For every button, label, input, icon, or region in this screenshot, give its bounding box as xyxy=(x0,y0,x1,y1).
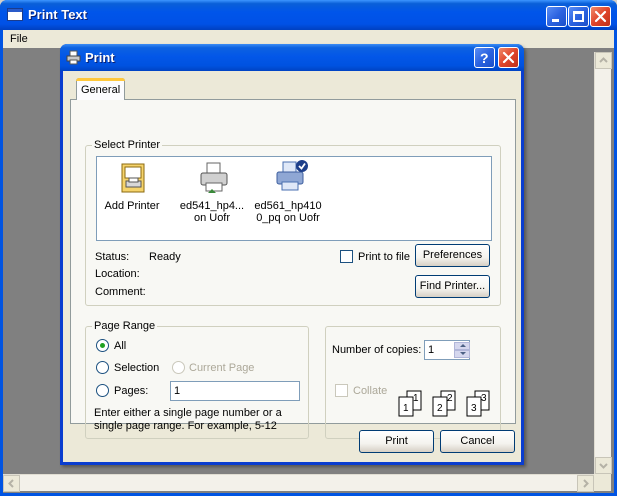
scroll-down-button[interactable] xyxy=(595,457,612,474)
help-icon: ? xyxy=(480,50,489,66)
cancel-button[interactable]: Cancel xyxy=(440,430,515,453)
print-to-file-checkbox[interactable] xyxy=(340,250,353,263)
close-icon xyxy=(594,10,607,23)
printer-label-line: Add Printer xyxy=(104,200,160,212)
chevron-left-icon xyxy=(8,479,14,488)
printer-label-line: ed541_hp4... xyxy=(179,200,245,212)
select-printer-group: Select Printer Add Printer ed541_hp4... … xyxy=(85,139,501,306)
tab-general[interactable]: General xyxy=(76,78,125,100)
status-value: Ready xyxy=(149,251,181,263)
status-label: Status: xyxy=(95,251,130,263)
location-label: Location: xyxy=(95,268,140,280)
collate-checkbox xyxy=(335,384,348,397)
preferences-button[interactable]: Preferences xyxy=(415,244,490,267)
number-of-copies-label: Number of copies: xyxy=(332,344,422,356)
select-printer-label: Select Printer xyxy=(92,139,163,151)
maximize-icon xyxy=(573,11,584,22)
dialog-title: Print xyxy=(85,50,115,65)
main-titlebar[interactable]: Print Text xyxy=(0,0,617,30)
printer-item-ed541[interactable]: ed541_hp4... on Uofr xyxy=(177,157,247,237)
collate-page-number: 1 xyxy=(413,393,419,404)
general-tab-panel: Select Printer Add Printer ed541_hp4... … xyxy=(70,99,516,439)
scroll-right-button[interactable] xyxy=(577,475,594,492)
printer-item-ed541-label: ed541_hp4... on Uofr xyxy=(177,200,247,224)
radio-current-page-label: Current Page xyxy=(189,362,255,374)
printer-label-line: 0_pq on Uofr xyxy=(256,212,320,224)
collate-page-number: 1 xyxy=(403,403,409,414)
print-button[interactable]: Print xyxy=(359,430,434,453)
radio-selection[interactable] xyxy=(96,361,109,374)
printer-item-ed561[interactable]: ed561_hp410 0_pq on Uofr xyxy=(252,157,332,237)
tab-general-label: General xyxy=(81,84,121,96)
printer-icon xyxy=(200,162,228,193)
spin-up-icon[interactable] xyxy=(454,342,470,350)
app-icon xyxy=(7,8,23,21)
maximize-button[interactable] xyxy=(568,6,589,27)
spin-down-icon[interactable] xyxy=(454,350,470,358)
scroll-left-button[interactable] xyxy=(3,475,20,492)
horizontal-scrollbar[interactable] xyxy=(3,474,594,492)
collate-page-number: 3 xyxy=(471,403,477,414)
scroll-up-button[interactable] xyxy=(595,52,612,69)
printer-item-add[interactable]: Add Printer xyxy=(97,157,167,237)
radio-all-label[interactable]: All xyxy=(114,340,126,352)
collate-page-number: 2 xyxy=(447,393,453,404)
radio-selection-label[interactable]: Selection xyxy=(114,362,159,374)
page-range-group: Page Range All Selection Current Page Pa… xyxy=(85,320,309,439)
printer-item-add-label: Add Printer xyxy=(97,200,167,212)
radio-pages-label[interactable]: Pages: xyxy=(114,385,148,397)
find-printer-button[interactable]: Find Printer... xyxy=(415,275,490,298)
help-button[interactable]: ? xyxy=(474,47,495,68)
svg-text:?: ? xyxy=(480,50,489,66)
collate-label: Collate xyxy=(353,385,388,397)
default-printer-icon xyxy=(276,160,308,191)
pages-input[interactable]: 1 xyxy=(170,381,300,401)
copies-spinner[interactable] xyxy=(454,342,470,358)
radio-current-page xyxy=(172,361,185,374)
printer-label-line: on Uofr xyxy=(193,212,231,224)
dialog-close-button[interactable] xyxy=(498,47,519,68)
page-range-hint: Enter either a single page number or a s… xyxy=(94,407,282,432)
size-grip[interactable] xyxy=(594,474,611,491)
printer-item-ed561-label: ed561_hp410 0_pq on Uofr xyxy=(254,200,322,224)
minimize-icon xyxy=(552,19,559,22)
close-button[interactable] xyxy=(590,6,611,27)
dialog-titlebar[interactable]: Print ? xyxy=(60,44,524,71)
menu-file[interactable]: File xyxy=(10,33,28,45)
dialog-body: General Select Printer Add Printer ed541… xyxy=(63,71,521,462)
page-range-label: Page Range xyxy=(92,320,158,332)
close-icon xyxy=(502,51,515,64)
printer-list[interactable]: Add Printer ed541_hp4... on Uofr ed561_h… xyxy=(96,156,492,241)
print-to-file-label[interactable]: Print to file xyxy=(358,251,410,263)
chevron-down-icon xyxy=(599,463,608,469)
printer-icon xyxy=(66,50,81,65)
minimize-button[interactable] xyxy=(546,6,567,27)
comment-label: Comment: xyxy=(95,286,146,298)
window-title: Print Text xyxy=(28,7,87,22)
vertical-scrollbar[interactable] xyxy=(594,52,612,474)
chevron-up-icon xyxy=(599,57,608,63)
printer-label-line: ed561_hp410 xyxy=(254,200,322,212)
radio-pages[interactable] xyxy=(96,384,109,397)
radio-all[interactable] xyxy=(96,339,109,352)
collate-page-number: 3 xyxy=(481,393,487,404)
chevron-right-icon xyxy=(583,479,589,488)
print-dialog: Print ? General Select Printer Add Print… xyxy=(60,44,524,465)
add-printer-icon xyxy=(121,163,145,193)
collate-page-number: 2 xyxy=(437,403,443,414)
copies-group: Number of copies: 1 Collate 1 1 2 2 3 3 xyxy=(325,326,501,439)
collate-illustration-icon: 1 1 2 2 3 3 xyxy=(398,390,490,417)
